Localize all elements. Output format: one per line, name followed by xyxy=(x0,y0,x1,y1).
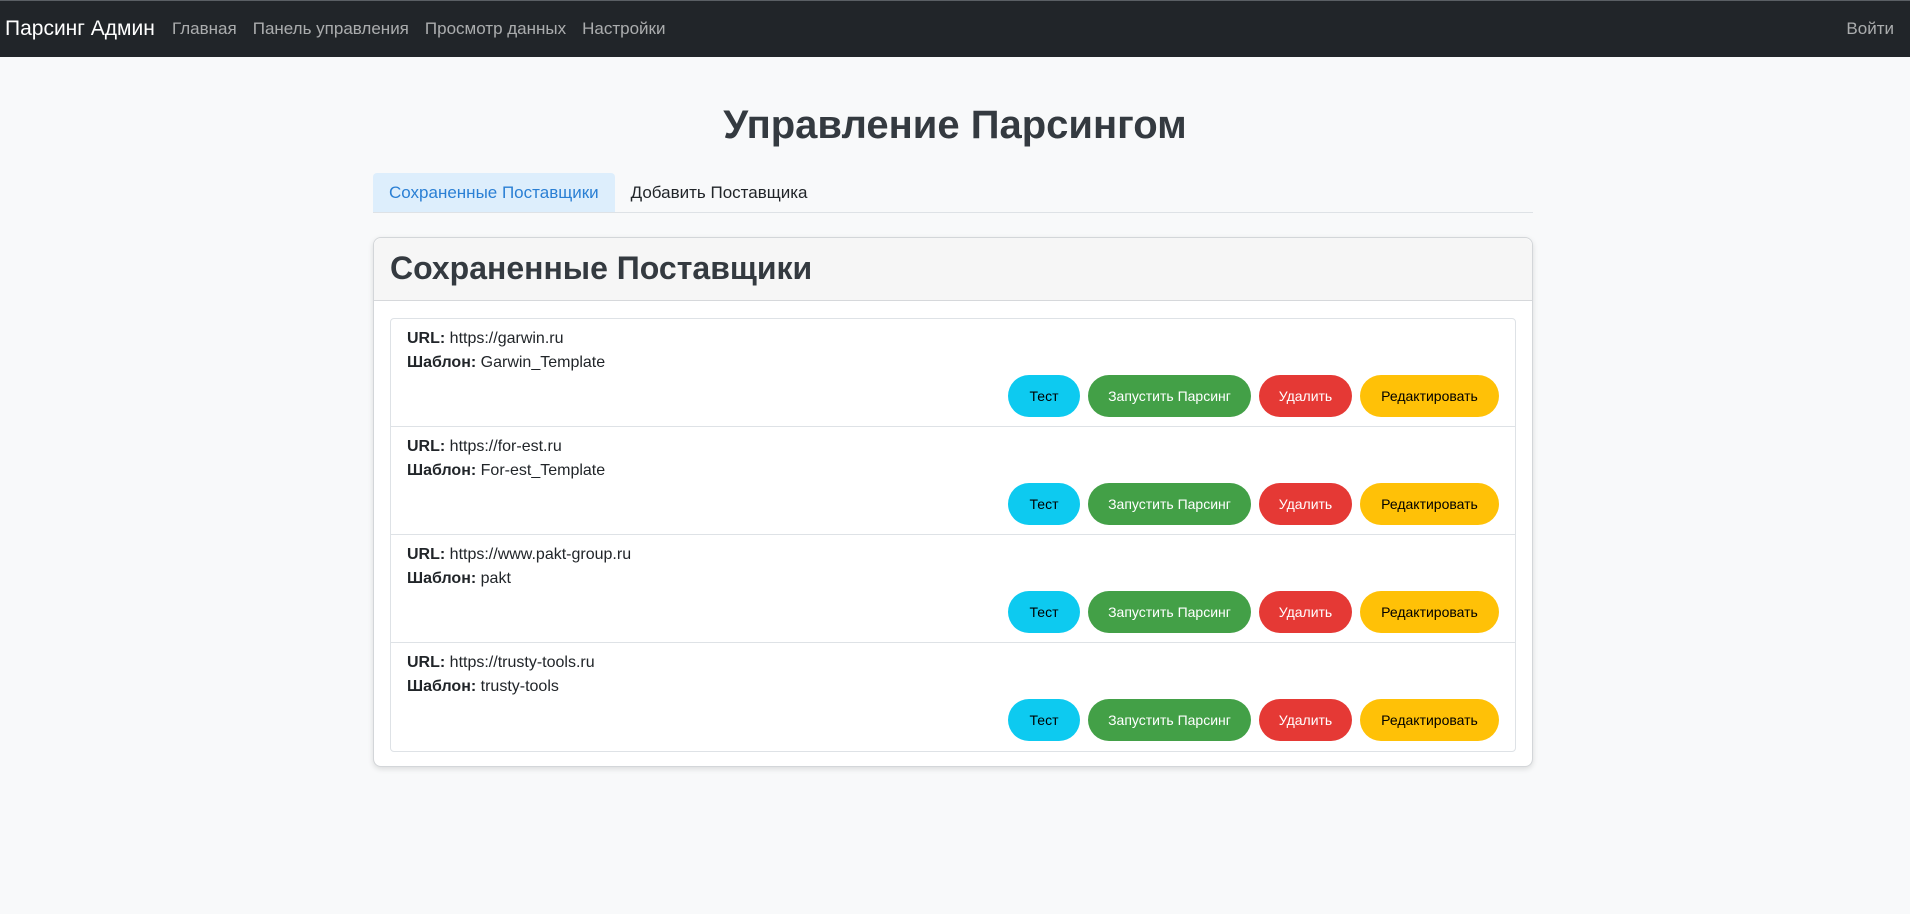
run-parsing-button[interactable]: Запустить Парсинг xyxy=(1088,591,1251,633)
supplier-item: URL: https://trusty-tools.ru Шаблон: tru… xyxy=(391,643,1515,751)
template-label: Шаблон: xyxy=(407,570,477,587)
page-title: Управление Парсингом xyxy=(723,103,1187,147)
edit-button[interactable]: Редактировать xyxy=(1360,375,1499,417)
run-parsing-button[interactable]: Запустить Парсинг xyxy=(1088,483,1251,525)
supplier-template-line: Шаблон: Garwin_Template xyxy=(407,353,605,373)
supplier-url-line: URL: https://garwin.ru xyxy=(407,329,564,349)
supplier-template: For-est_Template xyxy=(480,462,606,479)
url-label: URL: xyxy=(407,546,446,563)
tab-add-supplier[interactable]: Добавить Поставщика xyxy=(615,173,824,212)
supplier-url: https://trusty-tools.ru xyxy=(449,654,595,671)
login-link[interactable]: Войти xyxy=(1846,18,1894,40)
edit-button[interactable]: Редактировать xyxy=(1360,699,1499,741)
supplier-template: pakt xyxy=(480,570,511,587)
test-button[interactable]: Тест xyxy=(1008,375,1080,417)
delete-button[interactable]: Удалить xyxy=(1259,699,1352,741)
top-navbar: Парсинг Админ Главная Панель управления … xyxy=(0,0,1910,57)
supplier-item: URL: https://www.pakt-group.ru Шаблон: p… xyxy=(391,535,1515,643)
supplier-url: https://for-est.ru xyxy=(449,438,562,455)
suppliers-card: Сохраненные Поставщики URL: https://garw… xyxy=(373,237,1533,767)
nav-link-data-view[interactable]: Просмотр данных xyxy=(425,18,566,40)
nav-link-home[interactable]: Главная xyxy=(172,18,237,40)
test-button[interactable]: Тест xyxy=(1008,591,1080,633)
supplier-template-line: Шаблон: trusty-tools xyxy=(407,677,559,697)
delete-button[interactable]: Удалить xyxy=(1259,483,1352,525)
nav-link-settings[interactable]: Настройки xyxy=(582,18,665,40)
url-label: URL: xyxy=(407,654,446,671)
nav-link-dashboard[interactable]: Панель управления xyxy=(253,18,409,40)
template-label: Шаблон: xyxy=(407,462,477,479)
supplier-actions: Тест Запустить Парсинг Удалить Редактиро… xyxy=(1000,375,1499,417)
template-label: Шаблон: xyxy=(407,678,477,695)
supplier-item: URL: https://garwin.ru Шаблон: Garwin_Te… xyxy=(391,319,1515,427)
supplier-url-line: URL: https://for-est.ru xyxy=(407,437,562,457)
supplier-url-line: URL: https://www.pakt-group.ru xyxy=(407,545,631,565)
delete-button[interactable]: Удалить xyxy=(1259,591,1352,633)
supplier-list: URL: https://garwin.ru Шаблон: Garwin_Te… xyxy=(390,318,1516,752)
supplier-template: trusty-tools xyxy=(480,678,559,695)
tabs: Сохраненные Поставщики Добавить Поставщи… xyxy=(373,173,1533,213)
supplier-template: Garwin_Template xyxy=(480,354,606,371)
supplier-url: https://www.pakt-group.ru xyxy=(449,546,632,563)
tab-saved-suppliers[interactable]: Сохраненные Поставщики xyxy=(373,173,615,212)
card-title: Сохраненные Поставщики xyxy=(390,250,813,286)
supplier-url-line: URL: https://trusty-tools.ru xyxy=(407,653,595,673)
test-button[interactable]: Тест xyxy=(1008,483,1080,525)
url-label: URL: xyxy=(407,330,446,347)
supplier-template-line: Шаблон: pakt xyxy=(407,569,511,589)
supplier-template-line: Шаблон: For-est_Template xyxy=(407,461,605,481)
url-label: URL: xyxy=(407,438,446,455)
supplier-actions: Тест Запустить Парсинг Удалить Редактиро… xyxy=(1000,699,1499,741)
test-button[interactable]: Тест xyxy=(1008,699,1080,741)
card-header: Сохраненные Поставщики xyxy=(374,238,1532,301)
navbar-brand[interactable]: Парсинг Админ xyxy=(5,16,155,42)
run-parsing-button[interactable]: Запустить Парсинг xyxy=(1088,375,1251,417)
template-label: Шаблон: xyxy=(407,354,477,371)
supplier-item: URL: https://for-est.ru Шаблон: For-est_… xyxy=(391,427,1515,535)
edit-button[interactable]: Редактировать xyxy=(1360,483,1499,525)
supplier-actions: Тест Запустить Парсинг Удалить Редактиро… xyxy=(1000,591,1499,633)
nav-links: Главная Панель управления Просмотр данны… xyxy=(172,18,681,40)
edit-button[interactable]: Редактировать xyxy=(1360,591,1499,633)
delete-button[interactable]: Удалить xyxy=(1259,375,1352,417)
supplier-actions: Тест Запустить Парсинг Удалить Редактиро… xyxy=(1000,483,1499,525)
supplier-url: https://garwin.ru xyxy=(449,330,564,347)
run-parsing-button[interactable]: Запустить Парсинг xyxy=(1088,699,1251,741)
